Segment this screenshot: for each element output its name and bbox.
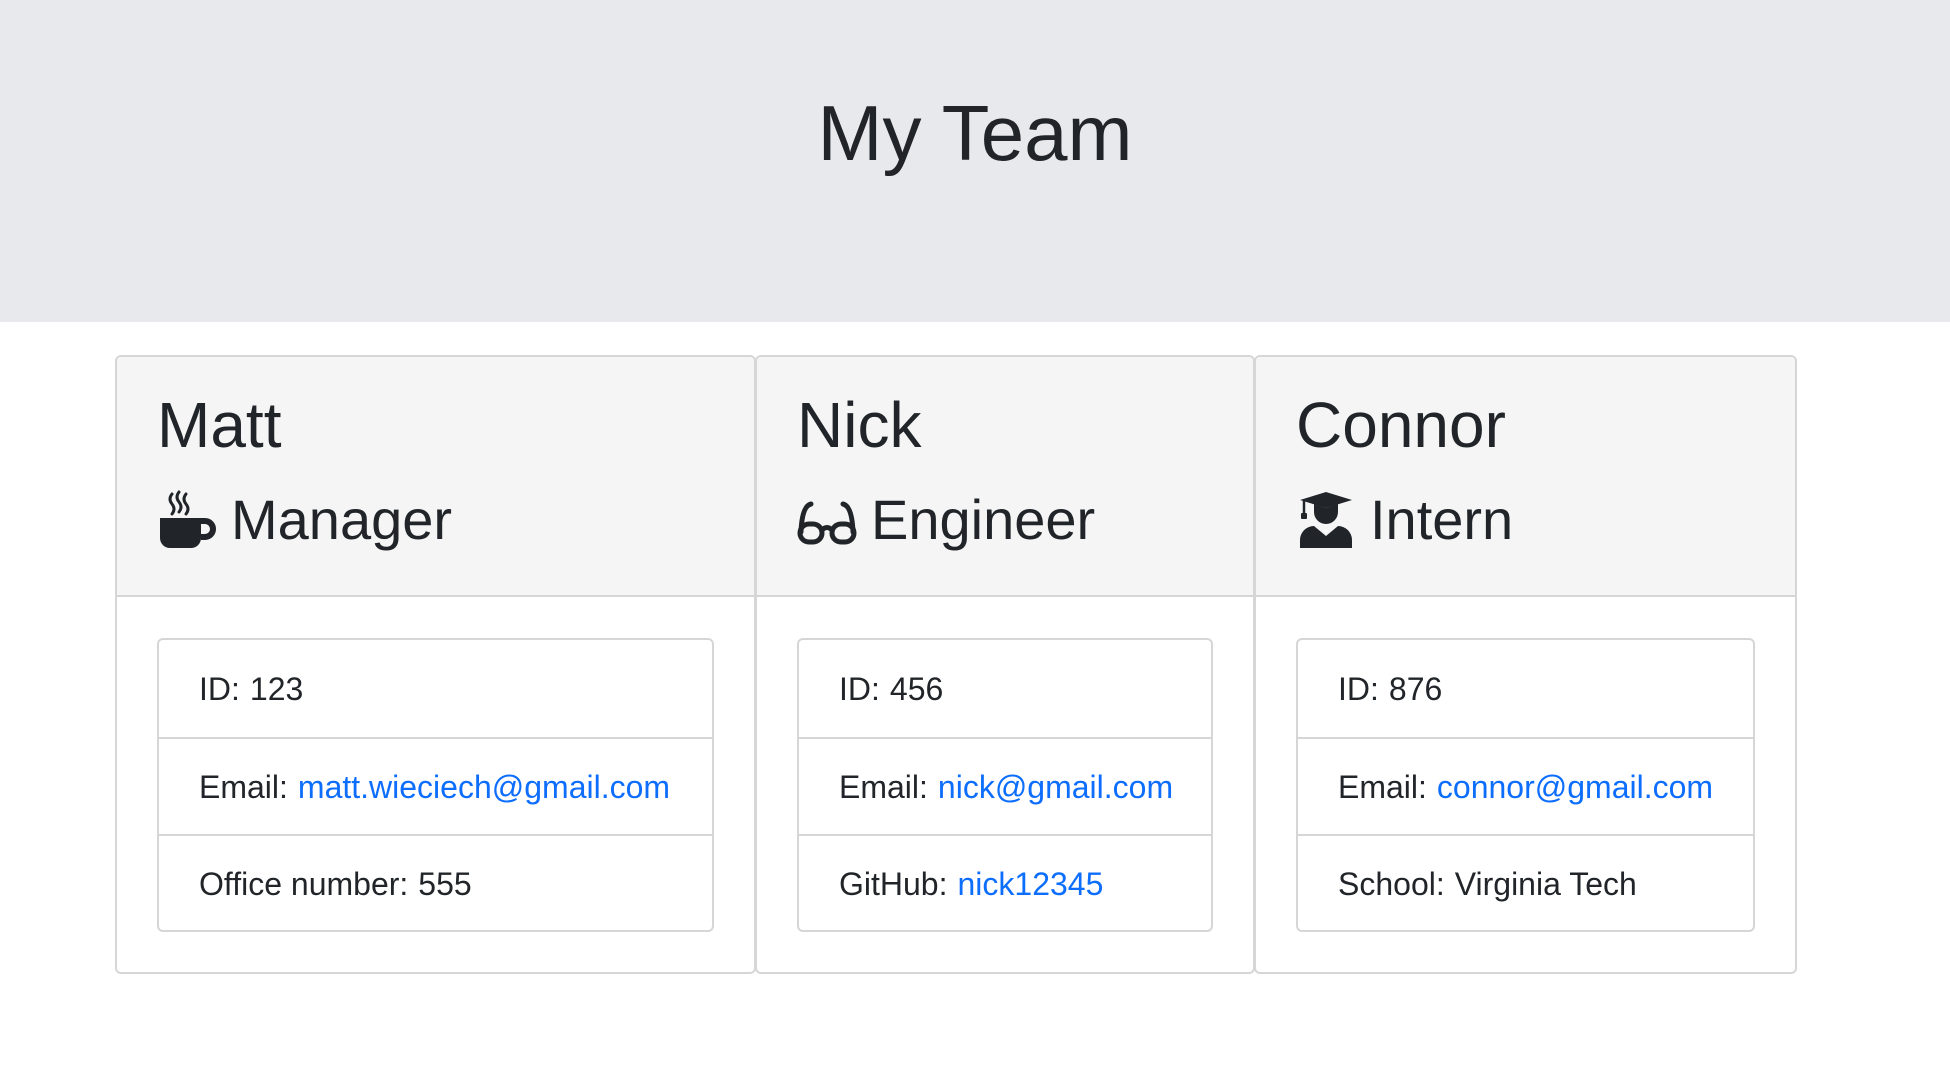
school-value: Virginia Tech	[1454, 865, 1637, 902]
employee-name: Nick	[797, 389, 922, 461]
office-number-value: 555	[418, 865, 472, 902]
email-link[interactable]: nick@gmail.com	[938, 767, 1173, 807]
id-item: ID: 123	[159, 640, 712, 737]
id-label: ID:	[199, 670, 240, 707]
page-title: My Team	[817, 89, 1133, 177]
id-label: ID:	[839, 670, 880, 707]
email-label: Email:	[199, 768, 288, 805]
email-item: Email: connor@gmail.com	[1298, 737, 1753, 834]
github-item: GitHub: nick12345	[799, 834, 1211, 930]
role-label: Intern	[1370, 488, 1514, 551]
id-item: ID: 876	[1298, 640, 1753, 737]
employee-card-intern: Connor Intern ID: 876 Email: connor@gmai…	[1254, 355, 1797, 974]
card-header: Nick Engineer	[757, 357, 1253, 597]
employee-details-list: ID: 123 Email: matt.wieciech@gmail.com O…	[157, 638, 714, 932]
employee-name: Matt	[157, 389, 282, 461]
card-header: Connor Intern	[1256, 357, 1795, 597]
card-header: Matt Manager	[117, 357, 754, 597]
employee-card-manager: Matt Manager ID: 123 Email: matt.wieciec…	[115, 355, 756, 974]
email-link[interactable]: connor@gmail.com	[1437, 767, 1713, 807]
employee-role: Intern	[1296, 485, 1513, 555]
mug-hot-icon	[160, 490, 216, 548]
id-item: ID: 456	[799, 640, 1211, 737]
employee-details-list: ID: 456 Email: nick@gmail.com GitHub: ni…	[797, 638, 1213, 932]
glasses-icon	[797, 501, 857, 545]
id-value: 123	[249, 670, 304, 707]
github-link[interactable]: nick12345	[957, 864, 1103, 904]
school-label: School:	[1338, 865, 1445, 902]
github-label: GitHub:	[839, 865, 948, 902]
email-item: Email: matt.wieciech@gmail.com	[159, 737, 712, 834]
email-item: Email: nick@gmail.com	[799, 737, 1211, 834]
id-label: ID:	[1338, 670, 1379, 707]
id-value: 876	[1388, 670, 1443, 707]
email-label: Email:	[1338, 768, 1427, 805]
role-label: Engineer	[871, 488, 1096, 551]
role-label: Manager	[231, 488, 453, 551]
office-number-item: Office number: 555	[159, 834, 712, 930]
school-item: School: Virginia Tech	[1298, 834, 1753, 930]
employee-name: Connor	[1296, 389, 1506, 461]
email-link[interactable]: matt.wieciech@gmail.com	[298, 767, 670, 807]
email-label: Email:	[839, 768, 928, 805]
employee-card-engineer: Nick Engineer ID: 456 Email: nick@gmail.…	[755, 355, 1255, 974]
employee-details-list: ID: 876 Email: connor@gmail.com School: …	[1296, 638, 1755, 932]
user-graduate-icon	[1300, 492, 1352, 548]
page-header: My Team	[0, 0, 1950, 322]
employee-role: Engineer	[797, 485, 1095, 555]
office-number-label: Office number:	[199, 865, 409, 902]
employee-role: Manager	[157, 485, 452, 555]
id-value: 456	[889, 670, 944, 707]
